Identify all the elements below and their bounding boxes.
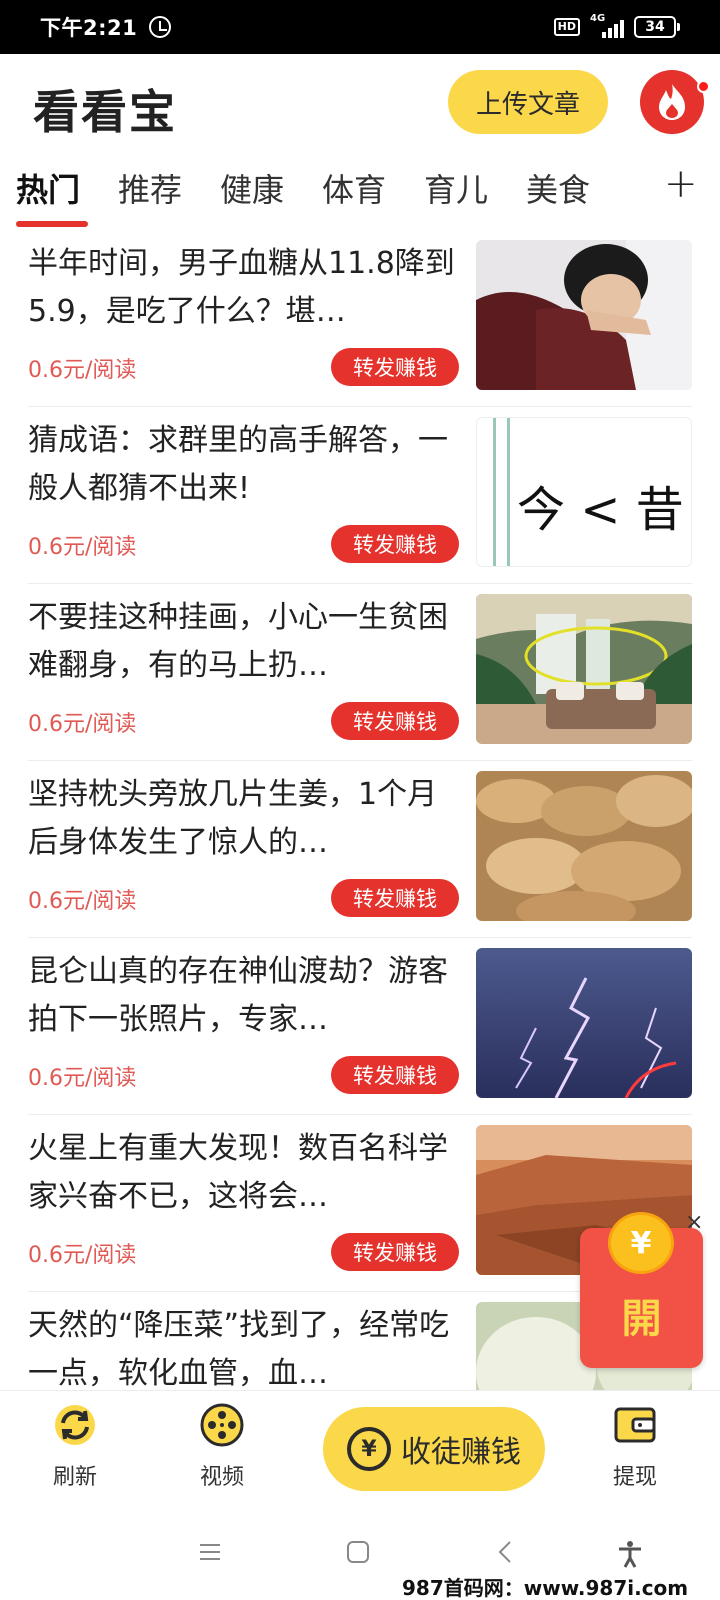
thumbnail-caption: 今 < 昔 (517, 482, 684, 538)
article-thumbnail[interactable] (476, 771, 692, 921)
tab-food[interactable]: 美食 (526, 165, 590, 211)
article-price: 0.6元/阅读 (28, 358, 137, 383)
notification-dot (697, 80, 710, 93)
tab-parenting[interactable]: 育儿 (424, 165, 488, 211)
share-earn-button[interactable]: 转发赚钱 (331, 525, 459, 563)
article-card[interactable]: 半年时间，男子血糖从11.8降到5.9，是吃了什么？堪… 0.6元/阅读 转发赚… (28, 230, 692, 407)
article-title[interactable]: 昆仑山真的存在神仙渡劫？游客拍下一张照片，专家… (28, 948, 458, 1044)
article-feed[interactable]: 半年时间，男子血糖从11.8降到5.9，是吃了什么？堪… 0.6元/阅读 转发赚… (0, 230, 720, 1390)
share-earn-button[interactable]: 转发赚钱 (331, 348, 459, 386)
recruit-earn-button[interactable]: ¥ 收徒赚钱 (323, 1407, 545, 1491)
flame-icon (659, 84, 685, 120)
article-title[interactable]: 火星上有重大发现！数百名科学家兴奋不已，这将会… (28, 1125, 458, 1221)
article-price: 0.6元/阅读 (28, 889, 137, 914)
close-icon[interactable]: × (685, 1210, 703, 1235)
share-earn-button[interactable]: 转发赚钱 (331, 1233, 459, 1271)
upload-article-button[interactable]: 上传文章 (448, 70, 608, 134)
wallet-icon (614, 1407, 656, 1443)
article-thumbnail[interactable] (476, 240, 692, 390)
article-thumbnail[interactable] (476, 948, 692, 1098)
nav-refresh[interactable]: 刷新 (20, 1401, 130, 1491)
article-thumbnail[interactable] (476, 594, 692, 744)
app-header: 看看宝 上传文章 (0, 54, 720, 154)
nav-refresh-label: 刷新 (52, 1465, 97, 1490)
article-price: 0.6元/阅读 (28, 1066, 137, 1091)
article-card[interactable]: 不要挂这种挂画，小心一生贫困难翻身，有的马上扔… 0.6元/阅读 转发赚钱 (28, 584, 692, 761)
article-title[interactable]: 坚持枕头旁放几片生姜，1个月后身体发生了惊人的… (28, 771, 458, 867)
tab-hot[interactable]: 热门 (16, 165, 80, 211)
tab-health[interactable]: 健康 (220, 165, 284, 211)
article-price: 0.6元/阅读 (28, 535, 137, 560)
app-title: 看看宝 (33, 85, 177, 139)
coin-icon: ¥ (608, 1212, 674, 1274)
nav-video[interactable]: 视频 (167, 1401, 277, 1491)
film-reel-icon (200, 1403, 244, 1447)
tab-sports[interactable]: 体育 (322, 165, 386, 211)
article-price: 0.6元/阅读 (28, 712, 137, 737)
home-icon[interactable] (346, 1540, 370, 1564)
red-packet-open-label: 開 (621, 1296, 662, 1342)
share-earn-button[interactable]: 转发赚钱 (331, 1056, 459, 1094)
battery-icon: 34 (634, 16, 680, 38)
signal-icon: 4G (590, 13, 624, 38)
share-earn-button[interactable]: 转发赚钱 (331, 879, 459, 917)
status-bar: 下午2:21 HD 4G 34 (0, 0, 720, 54)
yen-coin-icon: ¥ (347, 1427, 391, 1471)
article-card[interactable]: 坚持枕头旁放几片生姜，1个月后身体发生了惊人的… 0.6元/阅读 转发赚钱 (28, 761, 692, 938)
red-packet-button[interactable]: ¥ 開 (580, 1212, 703, 1368)
status-time: 下午2:21 (40, 16, 138, 40)
article-title[interactable]: 猜成语：求群里的高手解答，一般人都猜不出来! (28, 417, 458, 513)
article-thumbnail[interactable]: 今 < 昔 (476, 417, 692, 567)
bottom-nav: 刷新 视频 ¥ 收徒赚钱 提现 (0, 1390, 720, 1502)
article-title[interactable]: 不要挂这种挂画，小心一生贫困难翻身，有的马上扔… (28, 594, 458, 690)
article-card[interactable]: 昆仑山真的存在神仙渡劫？游客拍下一张照片，专家… 0.6元/阅读 转发赚钱 (28, 938, 692, 1115)
nav-withdraw-label: 提现 (612, 1465, 657, 1490)
add-tab-button[interactable]: + (664, 161, 698, 207)
article-price: 0.6元/阅读 (28, 1243, 137, 1268)
accessibility-icon[interactable] (616, 1540, 644, 1568)
article-title[interactable]: 半年时间，男子血糖从11.8降到5.9，是吃了什么？堪… (28, 240, 458, 336)
alarm-icon (149, 16, 172, 38)
article-card[interactable]: 猜成语：求群里的高手解答，一般人都猜不出来! 0.6元/阅读 转发赚钱 今 < … (28, 407, 692, 584)
tab-recommend[interactable]: 推荐 (118, 165, 182, 211)
article-title[interactable]: 天然的“降压菜”找到了，经常吃一点，软化血管，血… (28, 1302, 458, 1390)
recruit-earn-label: 收徒赚钱 (401, 1435, 521, 1470)
nav-withdraw[interactable]: 提现 (580, 1401, 690, 1491)
watermark-text: 987首码网：www.987i.com (402, 1576, 689, 1600)
nav-video-label: 视频 (199, 1465, 244, 1490)
hd-icon: HD (553, 18, 580, 36)
category-tabs: 热门 推荐 健康 体育 育儿 美食 + (0, 161, 720, 230)
share-earn-button[interactable]: 转发赚钱 (331, 702, 459, 740)
battery-level: 34 (634, 16, 676, 38)
active-tab-indicator (16, 221, 88, 227)
back-icon[interactable] (494, 1540, 518, 1564)
refresh-icon (55, 1405, 95, 1445)
hot-button[interactable] (640, 70, 710, 134)
menu-icon[interactable] (198, 1540, 222, 1564)
